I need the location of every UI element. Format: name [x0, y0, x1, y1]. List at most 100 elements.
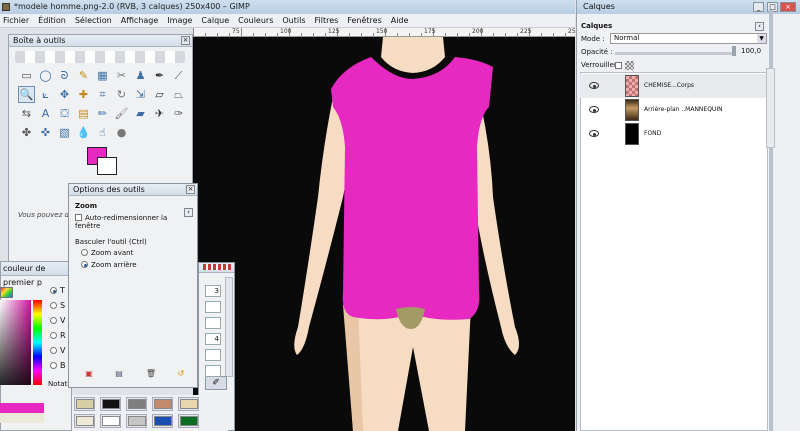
menu-item-8[interactable]: Filtres [315, 14, 339, 27]
palette-swatch-button[interactable] [126, 414, 147, 428]
airbrush-icon[interactable]: ✈ [151, 105, 168, 122]
hue-slider[interactable] [33, 300, 42, 385]
scales-title-bar[interactable] [199, 263, 234, 273]
mode-select[interactable]: Normal ▼ [610, 33, 767, 44]
palette-swatch-button[interactable] [100, 397, 121, 411]
align-icon[interactable]: ✚ [75, 86, 92, 103]
menu-item-7[interactable]: Outils [282, 14, 305, 27]
color-dialog-title-bar[interactable]: couleur de premier p [1, 262, 71, 287]
zoom-icon[interactable]: 🔍 [18, 86, 35, 103]
saturation-value-area[interactable] [0, 300, 31, 385]
clone-icon[interactable]: ✤ [18, 124, 35, 141]
palette-swatch-button[interactable] [178, 397, 199, 411]
crop-icon[interactable]: ⌗ [94, 86, 111, 103]
foreground-select-icon[interactable]: ♟ [132, 67, 149, 84]
visibility-eye-icon[interactable] [589, 82, 599, 89]
configure-tab-icon[interactable]: ‹ [755, 22, 764, 31]
layers-tab[interactable]: Calques [581, 22, 612, 30]
scissors-icon[interactable]: ✂ [113, 67, 130, 84]
visibility-eye-icon[interactable] [589, 130, 599, 137]
move-icon[interactable]: ✥ [56, 86, 73, 103]
fuzzy-select-icon[interactable]: ✎ [75, 67, 92, 84]
palette-swatch-button[interactable] [152, 414, 173, 428]
scales-scrollbar[interactable] [225, 277, 233, 377]
paintbrush-icon[interactable]: 🖌 [113, 105, 130, 122]
color-wheel-icon[interactable] [0, 287, 13, 298]
auto-resize-checkbox[interactable] [75, 214, 82, 221]
save-options-icon[interactable]: ▣ [83, 369, 95, 379]
scale-spinbox[interactable] [205, 317, 221, 329]
radio-button[interactable] [50, 347, 57, 354]
zoom-out-radio[interactable] [81, 261, 88, 268]
menu-item-1[interactable]: Édition [38, 14, 66, 27]
tool-options-title-bar[interactable]: Options des outils × [69, 184, 197, 196]
perspective-clone-icon[interactable]: ▧ [56, 124, 73, 141]
layer-row[interactable]: Arrière-plan ..MANNEQUIN [580, 98, 768, 122]
delete-options-icon[interactable]: 🗑 [145, 369, 157, 379]
chevron-down-icon[interactable]: ▼ [757, 34, 766, 43]
ink-icon[interactable]: ✑ [170, 105, 187, 122]
channel-radio-3[interactable]: R [50, 331, 66, 340]
measure-icon[interactable]: ⟀ [37, 86, 54, 103]
radio-button[interactable] [50, 317, 57, 324]
flip-icon[interactable]: ⇆ [18, 105, 35, 122]
lasso-icon[interactable]: ᘐ [56, 67, 73, 84]
palette-swatch-button[interactable] [126, 397, 147, 411]
dodge-burn-icon[interactable]: ● [113, 124, 130, 141]
rect-select-icon[interactable]: ▭ [18, 67, 35, 84]
scale-spinbox[interactable]: 3 [205, 285, 221, 297]
color-picker-button-icon[interactable]: ✐ [205, 376, 227, 390]
text-icon[interactable]: A [37, 105, 54, 122]
heal-icon[interactable]: ✜ [37, 124, 54, 141]
background-color-swatch[interactable] [97, 157, 117, 175]
menu-item-9[interactable]: Fenêtres [347, 14, 381, 27]
blur-icon[interactable]: 💧 [75, 124, 92, 141]
scale-spinbox[interactable] [205, 365, 221, 377]
palette-swatch-button[interactable] [74, 414, 95, 428]
zoom-in-option[interactable]: Zoom avant [75, 249, 191, 257]
channel-radio-4[interactable]: V [50, 346, 65, 355]
channel-radio-0[interactable]: T [50, 286, 65, 295]
shear-icon[interactable]: ▱ [151, 86, 168, 103]
scale-spinbox[interactable] [205, 301, 221, 313]
scale-spinbox[interactable] [205, 349, 221, 361]
lock-alpha-icon[interactable] [625, 61, 634, 70]
radio-button[interactable] [50, 287, 57, 294]
rotate-icon[interactable]: ↻ [113, 86, 130, 103]
smudge-icon[interactable]: ☝ [94, 124, 111, 141]
palette-swatch-button[interactable] [100, 414, 121, 428]
opacity-value[interactable]: 100,0 [741, 47, 761, 55]
opacity-slider[interactable] [615, 52, 735, 55]
menu-item-0[interactable]: Fichier [3, 14, 29, 27]
menu-item-5[interactable]: Calque [201, 14, 229, 27]
auto-resize-row[interactable]: Auto-redimensionner la fenêtre [75, 214, 191, 230]
scale-spinbox[interactable]: 4 [205, 333, 221, 345]
zoom-out-option[interactable]: Zoom arrière [75, 261, 191, 269]
layer-row[interactable]: CHEMISE...Corps [580, 74, 768, 98]
close-icon[interactable]: × [186, 185, 195, 194]
radio-button[interactable] [50, 302, 57, 309]
lock-pixels-checkbox[interactable] [615, 62, 622, 69]
layers-scrollbar[interactable] [766, 68, 775, 148]
select-by-color-icon[interactable]: ▦ [94, 67, 111, 84]
palette-swatch-button[interactable] [178, 414, 199, 428]
eraser-icon[interactable]: ▰ [132, 105, 149, 122]
image-canvas[interactable] [193, 37, 575, 431]
ellipse-select-icon[interactable]: ◯ [37, 67, 54, 84]
blend-icon[interactable]: ▤ [75, 105, 92, 122]
layer-row[interactable]: FOND [580, 122, 768, 146]
color-picker-icon[interactable]: ⟋ [170, 67, 187, 84]
channel-radio-5[interactable]: B [50, 361, 66, 370]
reset-options-icon[interactable]: ↺ [175, 369, 187, 379]
radio-button[interactable] [50, 362, 57, 369]
close-icon[interactable]: × [181, 36, 190, 45]
opacity-slider-handle[interactable] [732, 46, 736, 56]
channel-radio-1[interactable]: S [50, 301, 65, 310]
configure-icon[interactable]: ‹ [184, 208, 193, 217]
bucket-fill-icon[interactable]: ⛋ [56, 105, 73, 122]
minimize-icon[interactable]: _ [753, 2, 764, 12]
close-icon[interactable]: × [780, 2, 796, 12]
channel-radio-2[interactable]: V [50, 316, 65, 325]
palette-swatch-button[interactable] [74, 397, 95, 411]
scale-icon[interactable]: ⇲ [132, 86, 149, 103]
